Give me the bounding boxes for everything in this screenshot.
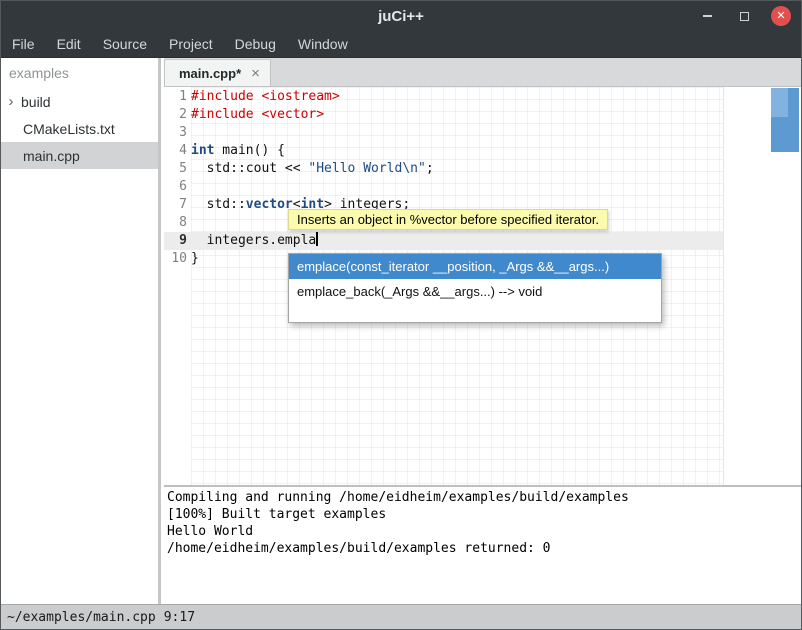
maximize-icon (740, 12, 749, 21)
tree-item-build[interactable]: ›build (1, 88, 158, 115)
code-text: #include <iostream> (187, 88, 340, 106)
completion-item-1[interactable]: emplace_back(_Args &&__args...) --> void (289, 279, 661, 304)
project-directory-label: examples (1, 58, 158, 88)
tree-item-label: build (21, 94, 51, 110)
output-line-0: Compiling and running /home/eidheim/exam… (167, 489, 801, 506)
tree-item-label: CMakeLists.txt (23, 121, 115, 137)
status-file-path: ~/examples/main.cpp (7, 610, 156, 625)
code-line-3: 3 (164, 124, 723, 142)
code-line-9: 9 integers.empla (164, 232, 723, 250)
tree-item-label: main.cpp (23, 148, 80, 164)
menu-debug[interactable]: Debug (224, 36, 287, 52)
code-line-2: 2 #include <vector> (164, 106, 723, 124)
menu-source[interactable]: Source (92, 36, 158, 52)
completion-item-0[interactable]: emplace(const_iterator __position, _Args… (289, 254, 661, 279)
line-number: 2 (164, 106, 187, 124)
token-plain: main() { (214, 143, 284, 158)
token-plain: integers.empla (191, 233, 316, 248)
close-icon: ✕ (771, 6, 791, 26)
status-cursor-position: 9:17 (164, 610, 195, 625)
token-plain: std::cout << (191, 161, 308, 176)
line-number: 5 (164, 160, 187, 178)
code-line-6: 6 (164, 178, 723, 196)
token-keyword: int (191, 143, 214, 158)
code-text: int main() { (187, 142, 285, 160)
line-number: 9 (164, 232, 187, 250)
file-tree: ›build CMakeLists.txt main.cpp (1, 88, 158, 169)
code-line-1: 1 #include <iostream> (164, 88, 723, 106)
token-plain: std:: (191, 197, 246, 212)
output-line-3: /home/eidheim/examples/build/examples re… (167, 540, 801, 557)
code-text (187, 178, 191, 196)
line-number: 3 (164, 124, 187, 142)
menu-file[interactable]: File (1, 36, 46, 52)
line-number: 7 (164, 196, 187, 214)
output-line-1: [100%] Built target examples (167, 506, 801, 523)
text-caret (316, 232, 318, 246)
tab-bar: main.cpp* × (164, 58, 801, 87)
scrollbar-thumb[interactable] (771, 88, 799, 152)
code-text: } (187, 250, 199, 268)
juci-window: { "window": { "title": "juCi++" }, "icon… (0, 0, 802, 630)
line-number: 6 (164, 178, 187, 196)
doc-tooltip: Inserts an object in %vector before spec… (288, 209, 608, 230)
titlebar: juCi++ ✕ (1, 1, 801, 31)
token-preproc: #include <iostream> (191, 89, 340, 104)
scrollbar-highlight (771, 88, 788, 117)
code-line-4: 4int main() { (164, 142, 723, 160)
tab-label: main.cpp* (179, 66, 241, 81)
line-number: 8 (164, 214, 187, 232)
line-number: 4 (164, 142, 187, 160)
token-plain: ; (426, 161, 434, 176)
minimize-icon (703, 15, 712, 17)
token-type: vector (246, 197, 293, 212)
status-bar: ~/examples/main.cpp 9:17 (1, 604, 801, 629)
code-line-5: 5 std::cout << "Hello World\n"; (164, 160, 723, 178)
close-button[interactable]: ✕ (771, 6, 791, 26)
tree-item-main-cpp[interactable]: main.cpp (1, 142, 158, 169)
code-editor[interactable]: 1 #include <iostream> 2 #include <vector> 34… (164, 87, 801, 485)
line-number: 1 (164, 88, 187, 106)
chevron-right-icon[interactable]: › (1, 88, 21, 115)
code-text (187, 214, 191, 232)
token-plain: } (191, 251, 199, 266)
window-controls: ✕ (697, 1, 791, 31)
code-text: std::cout << "Hello World\n"; (187, 160, 434, 178)
minimize-button[interactable] (697, 6, 717, 26)
menu-project[interactable]: Project (158, 36, 224, 52)
sidebar: examples ›build CMakeLists.txt main.cpp (1, 58, 161, 606)
menu-edit[interactable]: Edit (46, 36, 92, 52)
tab-close-icon[interactable]: × (251, 66, 260, 81)
tree-item-cmakelists-txt[interactable]: CMakeLists.txt (1, 115, 158, 142)
tab-main-cpp[interactable]: main.cpp* × (164, 59, 271, 86)
menu-window[interactable]: Window (287, 36, 359, 52)
maximize-button[interactable] (734, 6, 754, 26)
token-string: "Hello World\n" (308, 161, 425, 176)
window-title: juCi++ (1, 1, 801, 31)
code-lines: 1 #include <iostream> 2 #include <vector> 34… (164, 88, 723, 268)
menubar: FileEditSourceProjectDebugWindow (1, 31, 801, 58)
right-margin-line (723, 87, 724, 485)
completion-popup: emplace(const_iterator __position, _Args… (288, 253, 662, 323)
token-preproc: #include <vector> (191, 107, 324, 122)
code-text: #include <vector> (187, 106, 324, 124)
line-number: 10 (164, 250, 187, 268)
output-line-2: Hello World (167, 523, 801, 540)
code-text (187, 124, 191, 142)
output-panel[interactable]: Compiling and running /home/eidheim/exam… (164, 487, 801, 606)
code-text: integers.empla (187, 232, 318, 250)
